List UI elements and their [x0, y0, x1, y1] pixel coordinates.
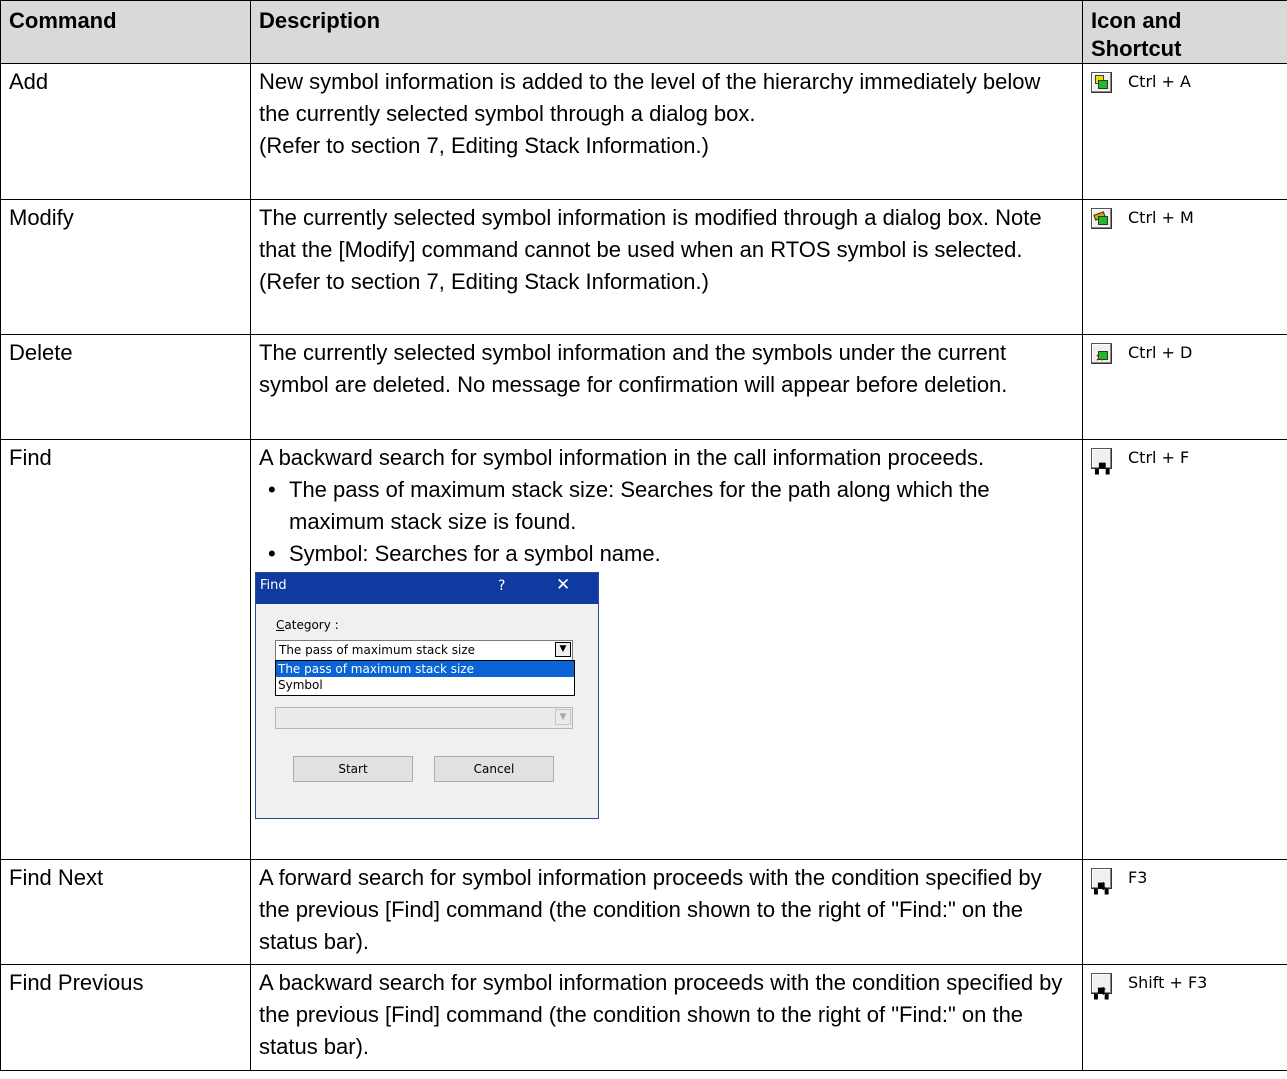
find-next-icon[interactable]: ▞▚ ↓ [1091, 867, 1112, 895]
header-icon-shortcut: Icon and Shortcut [1082, 0, 1287, 64]
description-cell: A backward search for symbol information… [250, 964, 1083, 1071]
header-description: Description [250, 0, 1083, 64]
table-row: Delete The currently selected symbol inf… [0, 334, 1287, 440]
command-cell: Delete [0, 334, 251, 440]
cancel-button[interactable]: Cancel [434, 756, 554, 782]
table-row: Find Next A forward search for symbol in… [0, 859, 1287, 965]
command-cell: Modify [0, 199, 251, 335]
command-cell: Find Next [0, 859, 251, 965]
shortcut-text: Shift + F3 [1128, 973, 1208, 992]
header-icon-shortcut-line2: Shortcut [1091, 36, 1182, 61]
table-row: Find A backward search for symbol inform… [0, 439, 1287, 860]
description-reference: (Refer to section 7, Editing Stack Infor… [259, 269, 709, 294]
add-symbol-icon[interactable] [1091, 71, 1112, 93]
list-item: The pass of maximum stack size: Searches… [259, 474, 1074, 538]
category-label: Category : [276, 618, 339, 632]
find-dialog: Find ? ✕ Category : The pass of maximum … [255, 572, 599, 819]
description-cell: The currently selected symbol informatio… [250, 334, 1083, 440]
description-text: The currently selected symbol informatio… [259, 205, 1042, 262]
dropdown-option[interactable]: Symbol [276, 677, 574, 693]
description-text: A forward search for symbol information … [259, 865, 1042, 954]
icon-shortcut-cell: Ctrl + A [1082, 63, 1287, 200]
list-item: Symbol: Searches for a symbol name. [259, 538, 1074, 570]
description-text: New symbol information is added to the l… [259, 69, 1041, 126]
delete-symbol-icon[interactable]: × [1091, 342, 1112, 364]
table-row: Add New symbol information is added to t… [0, 63, 1287, 200]
icon-shortcut-cell: ▞▚ Ctrl + F [1082, 439, 1287, 860]
shortcut-text: Ctrl + F [1128, 448, 1190, 467]
description-text: The currently selected symbol informatio… [259, 340, 1008, 397]
modify-symbol-icon[interactable] [1091, 207, 1112, 229]
chevron-down-icon: ▼ [555, 709, 571, 725]
chevron-down-icon[interactable]: ▼ [555, 642, 571, 657]
header-row: Command Description Icon and Shortcut [0, 0, 1287, 64]
shortcut-text: Ctrl + A [1128, 72, 1191, 91]
shortcut-text: Ctrl + D [1128, 343, 1193, 362]
description-reference: (Refer to section 7, Editing Stack Infor… [259, 133, 709, 158]
command-cell: Find [0, 439, 251, 860]
icon-shortcut-cell: Ctrl + M [1082, 199, 1287, 335]
close-button[interactable]: ✕ [556, 576, 570, 594]
category-selected-value: The pass of maximum stack size [279, 643, 476, 657]
table-row: Find Previous A backward search for symb… [0, 964, 1287, 1071]
description-text: A backward search for symbol information… [259, 445, 985, 470]
description-cell: The currently selected symbol informatio… [250, 199, 1083, 335]
description-cell: New symbol information is added to the l… [250, 63, 1083, 200]
command-cell: Add [0, 63, 251, 200]
command-table: Command Description Icon and Shortcut Ad… [0, 0, 1287, 1071]
command-cell: Find Previous [0, 964, 251, 1071]
icon-shortcut-cell: ▞▚ ↑ Shift + F3 [1082, 964, 1287, 1071]
find-options-list: The pass of maximum stack size: Searches… [259, 474, 1074, 570]
icon-shortcut-cell: × Ctrl + D [1082, 334, 1287, 440]
binoculars-icon[interactable]: ▞▚ [1091, 447, 1112, 475]
icon-shortcut-cell: ▞▚ ↓ F3 [1082, 859, 1287, 965]
dropdown-option[interactable]: The pass of maximum stack size [276, 661, 574, 677]
table-row: Modify The currently selected symbol inf… [0, 199, 1287, 335]
header-icon-shortcut-line1: Icon and [1091, 8, 1182, 33]
help-button[interactable]: ? [498, 578, 505, 594]
dialog-title: Find [260, 578, 287, 593]
description-cell: A forward search for symbol information … [250, 859, 1083, 965]
symbol-select-disabled: ▼ [275, 707, 573, 729]
start-button[interactable]: Start [293, 756, 413, 782]
dialog-title-bar: Find ? ✕ [256, 573, 598, 604]
header-command: Command [0, 0, 251, 64]
shortcut-text: F3 [1128, 868, 1148, 887]
category-select[interactable]: The pass of maximum stack size ▼ [275, 640, 573, 661]
find-previous-icon[interactable]: ▞▚ ↑ [1091, 972, 1112, 1000]
description-text: A backward search for symbol information… [259, 970, 1063, 1059]
description-cell: A backward search for symbol information… [250, 439, 1083, 860]
category-dropdown-list: The pass of maximum stack size Symbol [275, 660, 575, 696]
shortcut-text: Ctrl + M [1128, 208, 1194, 227]
